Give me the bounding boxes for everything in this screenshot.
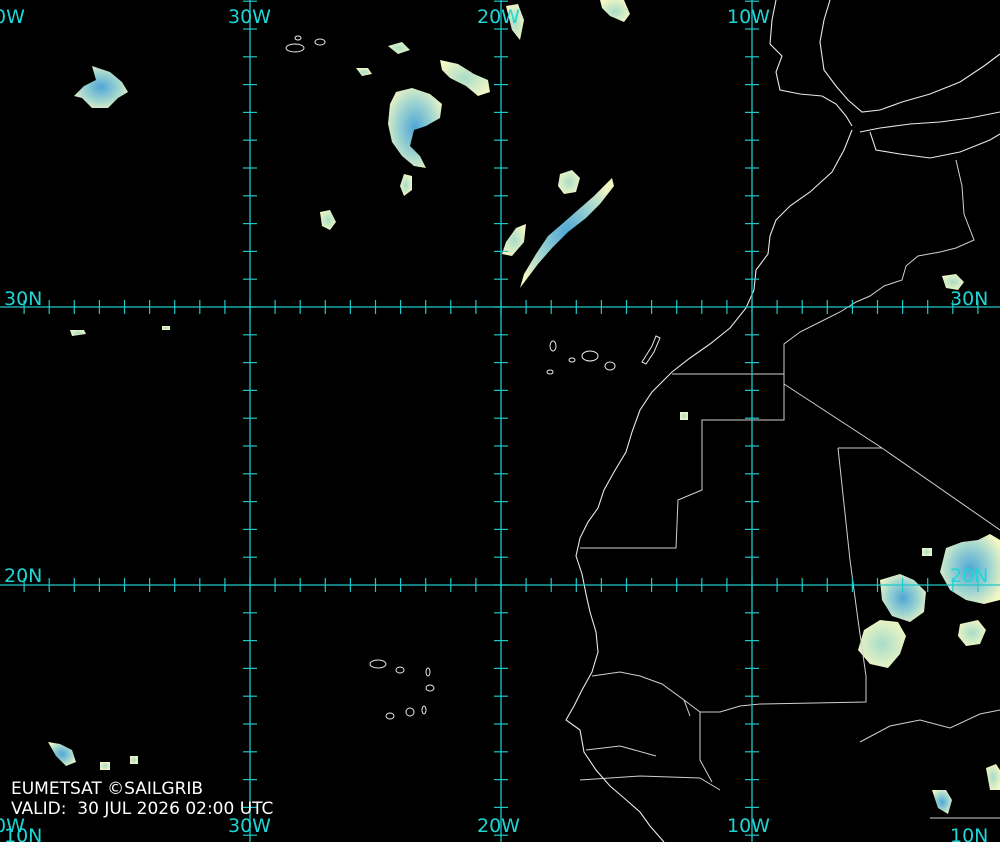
lon-label-top-20w: 20W xyxy=(477,6,520,28)
lon-label-top-0: 0W xyxy=(0,6,25,28)
graticule xyxy=(0,0,1000,842)
grid-ticks xyxy=(23,0,979,836)
lat-label-left-10n: 10N xyxy=(4,825,42,842)
lat-label-right-20n: 20N xyxy=(950,565,988,587)
cloud-cover xyxy=(48,0,1000,814)
lat-label-left-20n: 20N xyxy=(4,565,42,587)
islands xyxy=(285,35,661,720)
lon-label-top-30w: 30W xyxy=(228,6,271,28)
lat-label-left-30n: 30N xyxy=(4,288,42,310)
lat-label-right-10n: 10N xyxy=(950,825,988,842)
credit-valid-time: VALID: 30 JUL 2026 02:00 UTC xyxy=(11,799,274,819)
satellite-map: 0W 30W 20W 10W 0W 30W 20W 10W 30N 20N 10… xyxy=(0,0,1000,842)
coastline xyxy=(565,0,1000,842)
lat-label-right-30n: 30N xyxy=(950,288,988,310)
lon-label-bottom-20w: 20W xyxy=(477,815,520,837)
country-borders xyxy=(579,159,1000,819)
lon-label-top-10w: 10W xyxy=(727,6,770,28)
grid-labels: 0W 30W 20W 10W 0W 30W 20W 10W 30N 20N 10… xyxy=(0,6,988,842)
credit-source: EUMETSAT ©SAILGRIB xyxy=(11,779,204,799)
lon-label-bottom-10w: 10W xyxy=(727,815,770,837)
